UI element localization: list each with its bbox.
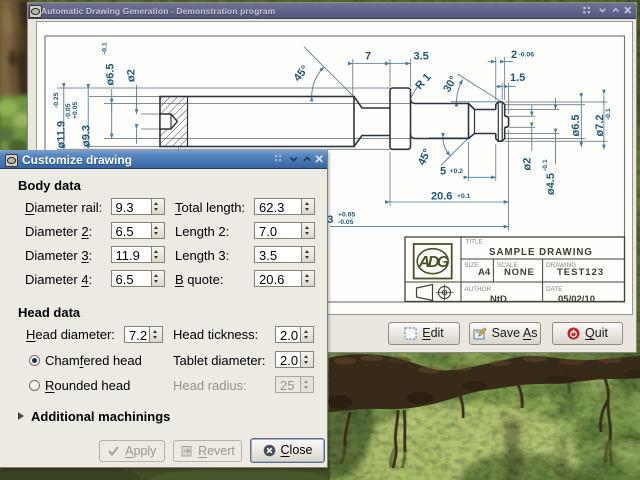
svg-text:1.5: 1.5 [510, 72, 525, 84]
svg-text:45°: 45° [416, 147, 434, 167]
svg-text:ø2: ø2 [522, 158, 534, 171]
svg-text:45°: 45° [292, 63, 312, 83]
svg-text:05/02/10: 05/02/10 [558, 294, 595, 305]
svg-text:TEST123: TEST123 [557, 267, 604, 278]
svg-text:ø6.5: ø6.5 [105, 63, 117, 85]
svg-text:-0.25: -0.25 [53, 92, 60, 108]
svg-text:3.5: 3.5 [414, 51, 429, 63]
svg-text:ø2: ø2 [126, 69, 138, 82]
svg-text:+0.2: +0.2 [450, 168, 464, 175]
svg-text:+0.05: +0.05 [338, 212, 355, 219]
svg-text:30°: 30° [441, 74, 460, 94]
svg-text:7: 7 [365, 51, 371, 63]
svg-text:ø9.3: ø9.3 [81, 125, 93, 147]
svg-text:ADG: ADG [418, 254, 449, 271]
svg-text:-0.05: -0.05 [65, 103, 72, 119]
svg-text:NtD: NtD [490, 294, 507, 305]
svg-text:DATE: DATE [546, 286, 562, 293]
svg-text:A4: A4 [478, 267, 491, 278]
svg-text:-0.1: -0.1 [605, 108, 612, 120]
svg-text:+0.1: +0.1 [457, 193, 471, 200]
svg-text:ø6.5: ø6.5 [570, 114, 582, 136]
svg-text:ø11.9: ø11.9 [56, 121, 68, 149]
svg-text:ø4.5: ø4.5 [545, 173, 557, 195]
svg-text:-0.05: -0.05 [338, 219, 354, 226]
svg-text:+0.05: +0.05 [72, 102, 79, 119]
svg-text:5: 5 [440, 166, 446, 178]
svg-text:-0.06: -0.06 [519, 52, 535, 59]
svg-text:SIZE: SIZE [465, 262, 479, 269]
svg-text:2: 2 [511, 49, 517, 61]
svg-text:TITLE: TITLE [466, 239, 483, 246]
svg-text:NONE: NONE [504, 267, 535, 278]
svg-text:AUTHOR: AUTHOR [465, 286, 492, 293]
svg-text:SAMPLE DRAWING: SAMPLE DRAWING [489, 247, 593, 258]
svg-text:-0.1: -0.1 [102, 42, 109, 54]
svg-text:-0.1: -0.1 [542, 159, 549, 171]
svg-text:20.6: 20.6 [431, 191, 452, 203]
